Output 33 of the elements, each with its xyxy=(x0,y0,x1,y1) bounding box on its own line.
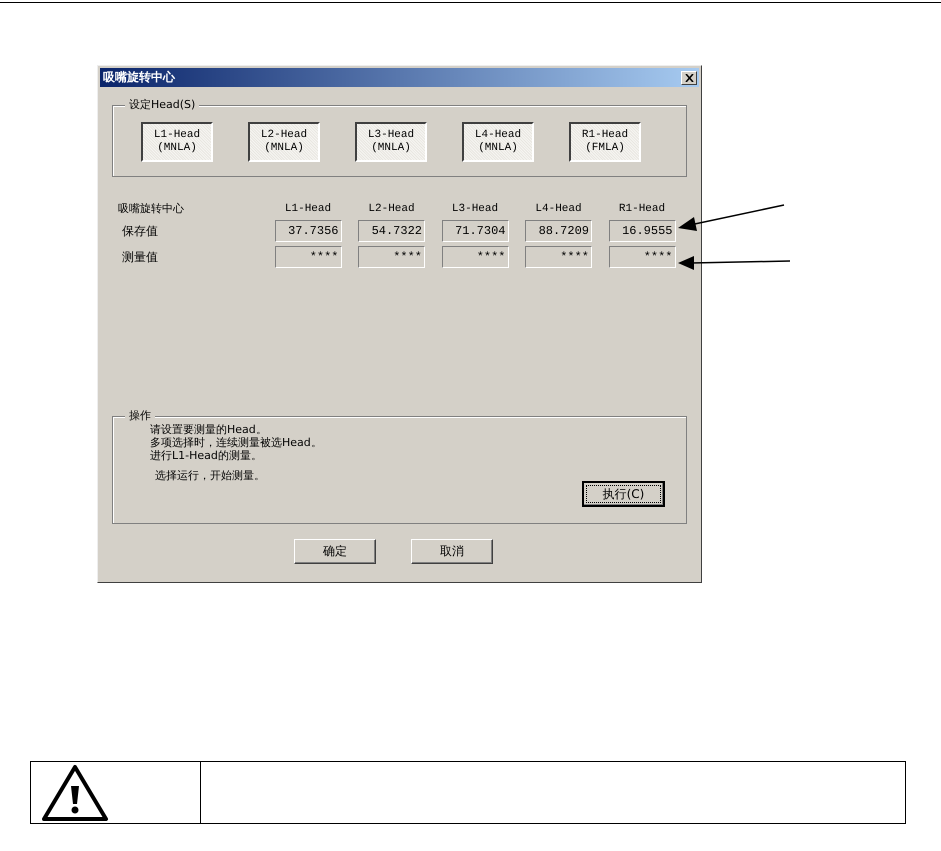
value-field: 88.7209 xyxy=(525,220,592,242)
value-field: **** xyxy=(442,246,508,268)
column-header: L2-Head xyxy=(367,202,416,214)
row-label: 测量值 xyxy=(121,248,159,266)
value-field: 54.7322 xyxy=(358,220,425,242)
group-label: 设定Head(S) xyxy=(125,98,200,112)
instruction-text: 请设置要测量的Head。 xyxy=(150,423,268,436)
head-toggle-button[interactable]: L2-Head (MNLA) xyxy=(248,122,320,162)
head-toggle-button[interactable]: L4-Head (MNLA) xyxy=(462,122,534,162)
instruction-text: 进行L1-Head的测量。 xyxy=(150,449,263,462)
value-field: **** xyxy=(525,246,592,268)
row-label: 保存值 xyxy=(121,222,159,240)
instruction-text: 选择运行，开始测量。 xyxy=(155,468,265,483)
value-field: **** xyxy=(608,246,676,268)
window-title: 吸嘴旋转中心 xyxy=(103,69,175,86)
column-header: R1-Head xyxy=(618,202,666,214)
column-header: L4-Head xyxy=(534,202,583,214)
head-toggle-button[interactable]: L3-Head (MNLA) xyxy=(355,122,427,162)
ok-button[interactable]: 确定 xyxy=(294,539,376,564)
column-header: L1-Head xyxy=(284,202,332,214)
head-toggle-button[interactable]: R1-Head (FMLA) xyxy=(569,122,641,162)
column-header: L3-Head xyxy=(450,202,500,214)
group-label: 操作 xyxy=(125,409,155,423)
value-field: 16.9555 xyxy=(608,220,676,242)
value-field: **** xyxy=(358,246,425,268)
value-field: 37.7356 xyxy=(274,220,342,242)
table-title: 吸嘴旋转中心 xyxy=(118,201,185,216)
value-field: 71.7304 xyxy=(442,220,508,242)
head-toggle-button[interactable]: L1-Head (MNLA) xyxy=(141,122,213,162)
run-button[interactable]: 执行(C) xyxy=(582,481,665,507)
value-field: **** xyxy=(274,246,342,268)
instruction-text: 多项选择时，连续测量被选Head。 xyxy=(150,436,323,449)
cancel-button[interactable]: 取消 xyxy=(411,539,493,564)
